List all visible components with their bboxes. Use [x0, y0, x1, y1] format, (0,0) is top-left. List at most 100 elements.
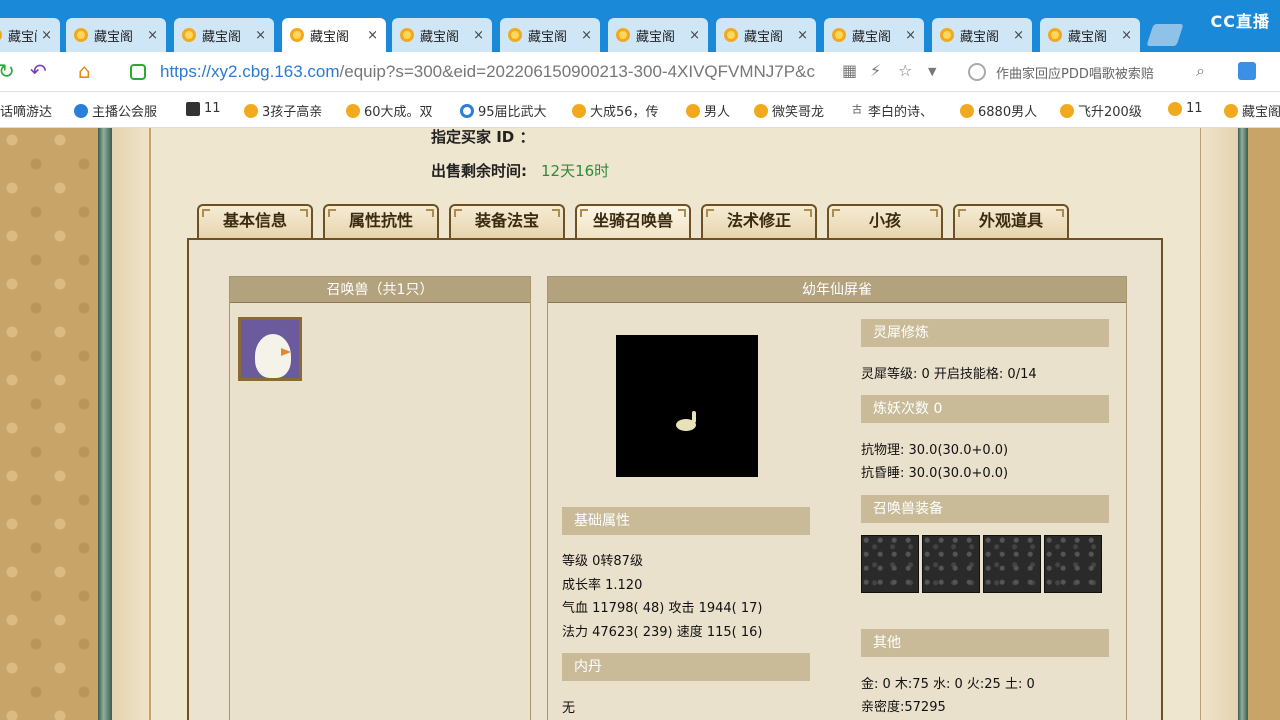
site-favicon-icon — [74, 28, 88, 42]
bookmark-favicon-icon — [460, 103, 474, 118]
search-icon[interactable]: ⌕ — [1196, 61, 1205, 81]
bookmark-item[interactable]: 11 — [1168, 101, 1203, 116]
basic-attr-head: 基础属性 — [562, 507, 810, 535]
tab-equipment[interactable]: 装备法宝 — [449, 204, 565, 238]
resist-phys-text: 抗物理: 30.0(30.0+0.0) — [861, 443, 1009, 458]
lianyao-head: 炼妖次数 0 — [861, 395, 1109, 423]
lightning-icon[interactable]: ⚡ — [870, 61, 881, 80]
url-text[interactable]: https://xy2.cbg.163.com/equip?s=300&eid=… — [160, 62, 850, 82]
summon-name-title: 幼年仙屏雀 — [548, 277, 1126, 303]
tab-close-icon[interactable]: × — [1121, 28, 1132, 43]
bookmark-item[interactable]: 主播公会服 — [74, 101, 157, 120]
tab-mount-summon[interactable]: 坐骑召唤兽 — [575, 204, 691, 238]
bookmark-favicon-icon — [754, 103, 768, 118]
equip-slot[interactable] — [861, 535, 919, 593]
neidan-head: 内丹 — [562, 653, 810, 681]
equip-slot[interactable] — [922, 535, 980, 593]
bookmark-item[interactable]: 微笑哥龙 — [754, 101, 824, 120]
bookmarks-bar: 话嘀游达 主播公会服 11 3孩子高亲 60大成。双 95届比武大 大成56，传… — [0, 92, 1280, 128]
browser-tab[interactable]: 藏宝阁 × — [824, 18, 924, 52]
browser-tab[interactable]: 藏宝阁 × — [174, 18, 274, 52]
bookmark-item[interactable]: 11 — [186, 101, 221, 116]
resist-sleep-text: 抗昏睡: 30.0(30.0+0.0) — [861, 466, 1009, 481]
bookmark-item[interactable]: 飞升200级 — [1060, 101, 1142, 120]
bookmark-item[interactable]: 6880男人 — [960, 101, 1037, 120]
lingxi-text: 灵犀等级: 0 开启技能格: 0/14 — [861, 367, 1037, 382]
bookmark-item[interactable]: 3孩子高亲 — [244, 101, 322, 120]
bookmark-item[interactable]: 藏宝阁 — [1224, 101, 1280, 120]
new-tab-button[interactable] — [1146, 24, 1184, 46]
undo-icon[interactable]: ↶ — [30, 60, 47, 82]
bookmark-item[interactable]: 大成56，传 — [572, 101, 659, 120]
tab-close-icon[interactable]: × — [41, 28, 52, 43]
site-favicon-icon — [400, 28, 414, 42]
bookmark-favicon-icon — [1060, 103, 1074, 118]
site-favicon-icon — [0, 28, 2, 42]
bookmark-item[interactable]: 话嘀游达 — [0, 101, 52, 120]
tab-close-icon[interactable]: × — [255, 28, 266, 43]
page-background-right — [1248, 128, 1280, 720]
browser-tab[interactable]: 藏宝阁 × — [1040, 18, 1140, 52]
tab-close-icon[interactable]: × — [147, 28, 158, 43]
summon-list-box: 召唤兽（共1只） — [229, 276, 531, 720]
summon-thumbnail[interactable] — [238, 317, 302, 381]
page-border-left — [98, 128, 112, 720]
bookmark-item[interactable]: 男人 — [686, 101, 730, 120]
bird-portrait-icon — [255, 334, 291, 378]
site-favicon-icon — [616, 28, 630, 42]
tab-close-icon[interactable]: × — [905, 28, 916, 43]
tab-close-icon[interactable]: × — [367, 28, 378, 43]
browser-tab[interactable]: 藏宝阁 × — [716, 18, 816, 52]
bookmark-favicon-icon — [1168, 101, 1182, 116]
browser-tab[interactable]: 藏宝阁 × — [608, 18, 708, 52]
page-frame-right — [1200, 128, 1238, 720]
site-favicon-icon — [1048, 28, 1062, 42]
browser-tab-active[interactable]: 藏宝阁 × — [282, 18, 386, 52]
chevron-down-icon[interactable]: ▼ — [928, 65, 936, 78]
tab-basic-info[interactable]: 基本信息 — [197, 204, 313, 238]
tab-child[interactable]: 小孩 — [827, 204, 943, 238]
tab-close-icon[interactable]: × — [581, 28, 592, 43]
level-text: 等级 0转87级 — [562, 554, 643, 569]
tab-attributes[interactable]: 属性抗性 — [323, 204, 439, 238]
home-icon[interactable]: ⌂ — [78, 60, 91, 82]
bookmark-item[interactable]: 95届比武大 — [460, 101, 547, 120]
site-favicon-icon — [182, 28, 196, 42]
equip-slot[interactable] — [1044, 535, 1102, 593]
tab-close-icon[interactable]: × — [797, 28, 808, 43]
tab-close-icon[interactable]: × — [473, 28, 484, 43]
tab-close-icon[interactable]: × — [689, 28, 700, 43]
bookmark-favicon-icon — [244, 103, 258, 118]
url-bar[interactable]: https://xy2.cbg.163.com/equip?s=300&eid=… — [130, 58, 950, 86]
address-toolbar: ↻ ↶ ⌂ https://xy2.cbg.163.com/equip?s=30… — [0, 52, 1280, 92]
bookmark-item[interactable]: 古李白的诗、 — [850, 101, 933, 120]
star-icon[interactable]: ☆ — [898, 61, 912, 80]
qr-code-icon[interactable]: ▦ — [842, 61, 857, 80]
page-background-left — [0, 128, 98, 720]
browser-tab[interactable]: 藏宝阁 × — [66, 18, 166, 52]
remaining-time-row: 出售剩余时间: 12天16时 — [431, 162, 610, 180]
tab-appearance[interactable]: 外观道具 — [953, 204, 1069, 238]
equip-slot[interactable] — [983, 535, 1041, 593]
summon-model-preview — [616, 335, 758, 477]
summon-equip-head: 召唤兽装备 — [861, 495, 1109, 523]
tab-close-icon[interactable]: × — [1013, 28, 1024, 43]
mp-spd-text: 法力 47623( 239) 速度 115( 16) — [562, 625, 763, 640]
reload-icon[interactable]: ↻ — [0, 60, 15, 82]
bookmark-favicon-icon — [346, 103, 360, 118]
browser-tab[interactable]: 藏宝阁 × — [392, 18, 492, 52]
browser-tab[interactable]: 藏宝阁 × — [500, 18, 600, 52]
site-favicon-icon — [508, 28, 522, 42]
tab-spell-mod[interactable]: 法术修正 — [701, 204, 817, 238]
browser-tab[interactable]: 藏宝阁 × — [0, 18, 60, 52]
bookmark-item[interactable]: 60大成。双 — [346, 101, 433, 120]
extension-icon[interactable] — [1238, 62, 1256, 80]
neidan-value: 无 — [562, 701, 576, 716]
site-favicon-icon — [832, 28, 846, 42]
bookmark-favicon-icon — [960, 103, 974, 118]
search-engine-icon — [968, 63, 986, 81]
search-input[interactable]: 作曲家回应PDD唱歌被索赔 — [968, 60, 1218, 84]
browser-tab[interactable]: 藏宝阁 × — [932, 18, 1032, 52]
cc-live-logo: CC直播 — [1210, 12, 1270, 31]
bookmark-favicon-icon — [74, 103, 88, 118]
